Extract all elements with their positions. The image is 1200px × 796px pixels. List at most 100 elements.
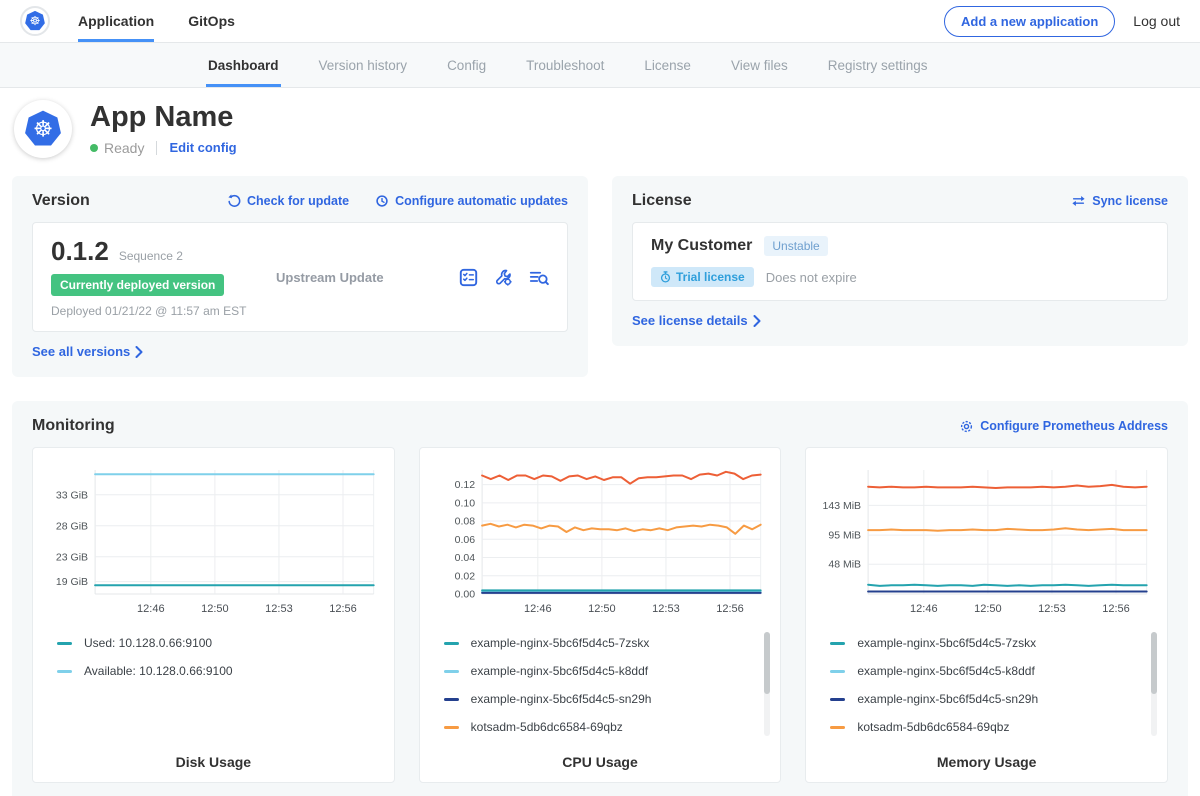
kubernetes-app-logo-icon: ☸	[23, 109, 63, 149]
svg-text:☸: ☸	[29, 14, 40, 28]
tab-view-files[interactable]: View files	[711, 43, 808, 87]
cpu-usage-chart-card: 0.120.100.080.060.040.020.0012:4612:5012…	[419, 447, 782, 783]
legend-item[interactable]: example-nginx-5bc6f5d4c5-7zskx	[444, 636, 761, 650]
svg-text:95 MiB: 95 MiB	[829, 530, 862, 542]
see-all-versions-link[interactable]: See all versions	[32, 344, 143, 359]
svg-text:12:50: 12:50	[201, 603, 229, 615]
legend-label: example-nginx-5bc6f5d4c5-k8ddf	[857, 664, 1034, 678]
legend-swatch	[830, 670, 845, 673]
app-header: ☸ App Name Ready Edit config	[0, 88, 1200, 168]
legend-label: example-nginx-5bc6f5d4c5-7zskx	[857, 636, 1036, 650]
legend-item[interactable]: kotsadm-5db6dc6584-69qbz	[830, 720, 1147, 734]
see-license-details-link[interactable]: See license details	[632, 313, 761, 328]
legend-label: example-nginx-5bc6f5d4c5-7zskx	[471, 636, 650, 650]
legend-label: kotsadm-5db6dc6584-69qbz	[857, 720, 1009, 734]
version-card: Version Check for update Configure autom…	[12, 176, 588, 377]
svg-text:12:46: 12:46	[524, 603, 552, 615]
svg-text:19 GiB: 19 GiB	[56, 576, 88, 588]
svg-text:0.02: 0.02	[454, 570, 475, 582]
version-number: 0.1.2	[51, 236, 109, 267]
legend-item[interactable]: example-nginx-5bc6f5d4c5-k8ddf	[830, 664, 1147, 678]
sync-arrows-icon	[1071, 194, 1086, 208]
logout-button[interactable]: Log out	[1133, 13, 1180, 29]
legend-item[interactable]: example-nginx-5bc6f5d4c5-sn29h	[830, 692, 1147, 706]
configure-automatic-updates-link[interactable]: Configure automatic updates	[375, 194, 568, 208]
app-icon: ☸	[14, 100, 72, 158]
svg-text:☸: ☸	[33, 117, 53, 142]
gear-icon	[959, 419, 974, 434]
version-card-title: Version	[32, 192, 90, 210]
check-for-update-link[interactable]: Check for update	[227, 194, 349, 208]
svg-text:12:46: 12:46	[137, 603, 165, 615]
edit-config-link[interactable]: Edit config	[169, 140, 236, 155]
kubernetes-logo-icon[interactable]: ☸	[20, 6, 50, 36]
config-wrench-icon[interactable]	[494, 268, 513, 287]
preflight-checklist-icon[interactable]	[459, 268, 478, 287]
legend-item[interactable]: kotsadm-5db6dc6584-69qbz	[444, 720, 761, 734]
legend-item[interactable]: Available: 10.128.0.66:9100	[57, 664, 374, 678]
legend-swatch	[444, 698, 459, 701]
legend-label: example-nginx-5bc6f5d4c5-k8ddf	[471, 664, 648, 678]
legend-swatch	[57, 670, 72, 673]
svg-text:12:53: 12:53	[265, 603, 293, 615]
license-card: License Sync license My Customer Unstabl…	[612, 176, 1188, 346]
channel-badge: Unstable	[764, 236, 827, 256]
status-dot	[90, 144, 98, 152]
divider	[156, 141, 157, 155]
memory-usage-legend: example-nginx-5bc6f5d4c5-7zskx example-n…	[816, 630, 1157, 748]
refresh-icon	[227, 194, 241, 208]
tab-registry-settings[interactable]: Registry settings	[808, 43, 948, 87]
svg-text:12:53: 12:53	[652, 603, 680, 615]
page-title: App Name	[90, 102, 237, 134]
legend-item[interactable]: example-nginx-5bc6f5d4c5-k8ddf	[444, 664, 761, 678]
legend-item[interactable]: example-nginx-5bc6f5d4c5-7zskx	[830, 636, 1147, 650]
app-sub-nav: Dashboard Version history Config Trouble…	[0, 42, 1200, 88]
legend-scrollbar	[764, 632, 770, 736]
legend-scrollbar-thumb[interactable]	[1151, 632, 1157, 694]
disk-usage-legend: Used: 10.128.0.66:9100 Available: 10.128…	[43, 630, 384, 692]
tab-config[interactable]: Config	[427, 43, 506, 87]
sync-license-label: Sync license	[1092, 194, 1168, 208]
legend-label: example-nginx-5bc6f5d4c5-sn29h	[857, 692, 1038, 706]
monitoring-section: Monitoring Configure Prometheus Address …	[12, 401, 1188, 796]
configure-prometheus-link[interactable]: Configure Prometheus Address	[959, 419, 1168, 434]
customer-name: My Customer	[651, 237, 752, 255]
memory-usage-chart[interactable]: 143 MiB95 MiB48 MiB12:4612:5012:5312:56	[816, 458, 1157, 630]
stopwatch-icon	[660, 271, 671, 283]
tab-license[interactable]: License	[624, 43, 711, 87]
currently-deployed-badge: Currently deployed version	[51, 274, 224, 296]
top-nav: ☸ Application GitOps Add a new applicati…	[0, 0, 1200, 42]
cpu-usage-chart[interactable]: 0.120.100.080.060.040.020.0012:4612:5012…	[430, 458, 771, 630]
cpu-usage-chart-title: CPU Usage	[430, 754, 771, 770]
see-all-versions-label: See all versions	[32, 344, 130, 359]
svg-text:0.04: 0.04	[454, 552, 475, 564]
memory-usage-chart-title: Memory Usage	[816, 754, 1157, 770]
legend-scrollbar-thumb[interactable]	[764, 632, 770, 694]
legend-label: example-nginx-5bc6f5d4c5-sn29h	[471, 692, 652, 706]
tab-gitops[interactable]: GitOps	[188, 0, 235, 42]
disk-usage-chart[interactable]: 33 GiB28 GiB23 GiB19 GiB12:4612:5012:531…	[43, 458, 384, 630]
legend-swatch	[830, 642, 845, 645]
svg-text:0.12: 0.12	[454, 479, 475, 491]
view-logs-icon[interactable]	[529, 268, 549, 287]
add-new-application-button[interactable]: Add a new application	[944, 6, 1115, 37]
expiry-text: Does not expire	[766, 270, 857, 285]
tab-application[interactable]: Application	[78, 0, 154, 42]
chevron-right-icon	[753, 315, 761, 327]
legend-swatch	[444, 642, 459, 645]
legend-item[interactable]: example-nginx-5bc6f5d4c5-sn29h	[444, 692, 761, 706]
kubernetes-helm-icon: ☸	[24, 10, 46, 32]
legend-item[interactable]: Used: 10.128.0.66:9100	[57, 636, 374, 650]
tab-dashboard[interactable]: Dashboard	[188, 43, 299, 87]
tab-troubleshoot[interactable]: Troubleshoot	[506, 43, 624, 87]
svg-text:12:56: 12:56	[329, 603, 357, 615]
legend-swatch	[830, 698, 845, 701]
sync-license-link[interactable]: Sync license	[1071, 194, 1168, 208]
update-type-label: Upstream Update	[276, 270, 384, 285]
legend-label: Used: 10.128.0.66:9100	[84, 636, 212, 650]
svg-text:12:56: 12:56	[1103, 603, 1131, 615]
legend-scrollbar	[1151, 632, 1157, 736]
license-inner-card: My Customer Unstable Trial license Does …	[632, 222, 1168, 301]
tab-version-history[interactable]: Version history	[299, 43, 428, 87]
check-for-update-label: Check for update	[247, 194, 349, 208]
